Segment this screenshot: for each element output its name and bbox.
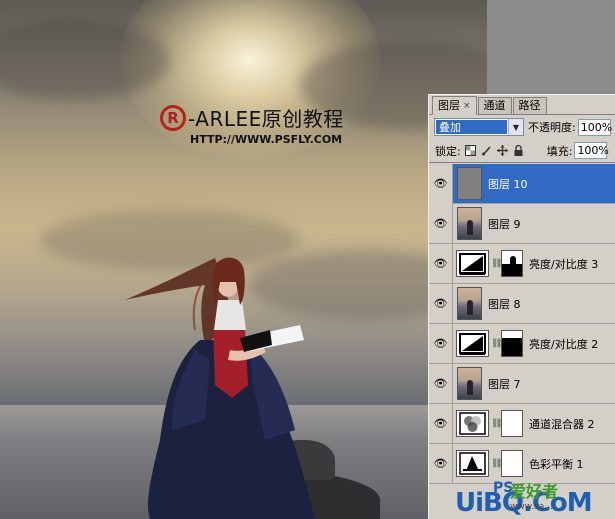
brightness-contrast-icon xyxy=(456,250,489,277)
layers-panel: 图层 × 通道 路径 叠加 ▼ 不透明度: 100% 锁定: 填充: 100% … xyxy=(428,94,615,519)
layers-list: 👁 图层 10 👁 图层 9 👁 ⛓ 亮度/对比度 3 👁 图层 8 👁 ⛓ 亮… xyxy=(429,163,615,484)
tab-channels[interactable]: 通道 xyxy=(477,97,512,114)
layer-thumbnail xyxy=(457,207,482,240)
panel-tabs: 图层 × 通道 路径 xyxy=(429,95,615,115)
layer-name: 图层 9 xyxy=(488,217,521,231)
visibility-eye-icon[interactable]: 👁 xyxy=(429,363,453,404)
lock-move-icon[interactable] xyxy=(497,145,509,157)
fill-input[interactable]: 100% xyxy=(574,142,609,159)
layer-mask-thumbnail[interactable] xyxy=(501,410,523,437)
layer-row[interactable]: 👁 图层 8 xyxy=(429,283,615,324)
registered-icon: R xyxy=(160,104,186,131)
tab-layers[interactable]: 图层 × xyxy=(432,96,477,115)
tab-close-icon[interactable]: × xyxy=(463,98,471,114)
lock-brush-icon[interactable] xyxy=(481,145,493,157)
blend-row: 叠加 ▼ 不透明度: 100% xyxy=(429,115,615,139)
layer-row[interactable]: 👁 ⛓ 通道混合器 2 xyxy=(429,403,615,444)
artwork-canvas: R -ARLEE原创教程 HTTP://WWW.PSFLY.COM xyxy=(0,0,487,519)
layer-mask-thumbnail[interactable] xyxy=(501,450,523,477)
layer-row[interactable]: 👁 图层 10 xyxy=(429,163,615,204)
layer-name: 亮度/对比度 3 xyxy=(529,257,599,271)
visibility-eye-icon[interactable]: 👁 xyxy=(429,203,453,244)
lock-row: 锁定: 填充: 100% xyxy=(429,139,615,163)
lock-transparency-icon[interactable] xyxy=(465,145,477,157)
lock-label: 锁定: xyxy=(435,144,461,158)
watermark: R -ARLEE原创教程 HTTP://WWW.PSFLY.COM xyxy=(160,103,344,146)
layer-row[interactable]: 👁 图层 9 xyxy=(429,203,615,244)
layer-name: 图层 8 xyxy=(488,297,521,311)
visibility-eye-icon[interactable]: 👁 xyxy=(429,443,453,484)
opacity-input[interactable]: 100% xyxy=(577,118,612,136)
visibility-eye-icon[interactable]: 👁 xyxy=(429,283,453,324)
corner-logo-site: www.sa... xyxy=(510,502,553,512)
layer-name: 色彩平衡 1 xyxy=(529,457,584,471)
layer-row[interactable]: 👁 图层 7 xyxy=(429,363,615,404)
opacity-label: 不透明度: xyxy=(528,121,576,134)
channel-mixer-icon xyxy=(456,410,489,437)
corner-logo-cn: 爱好者 xyxy=(510,482,559,501)
link-chain-icon[interactable]: ⛓ xyxy=(491,259,502,269)
woman-figure xyxy=(125,257,315,519)
watermark-url: HTTP://WWW.PSFLY.COM xyxy=(190,133,343,146)
layer-name: 图层 7 xyxy=(488,377,521,391)
tab-paths-label: 路径 xyxy=(518,99,541,112)
layer-thumbnail xyxy=(457,287,482,320)
visibility-eye-icon[interactable]: 👁 xyxy=(429,403,453,444)
layer-name: 亮度/对比度 2 xyxy=(529,337,599,351)
corner-watermark-logo: UiBQ.CoM PS 爱好者 www.sa... xyxy=(455,478,615,519)
layer-row[interactable]: 👁 ⛓ 亮度/对比度 2 xyxy=(429,323,615,364)
layer-name: 通道混合器 2 xyxy=(529,417,595,431)
tab-channels-label: 通道 xyxy=(483,99,506,112)
visibility-eye-icon[interactable]: 👁 xyxy=(429,243,453,284)
visibility-eye-icon[interactable]: 👁 xyxy=(429,163,453,204)
watermark-brand: -ARLEE原创教程 xyxy=(188,107,344,131)
layer-thumbnail xyxy=(457,167,482,200)
tab-paths[interactable]: 路径 xyxy=(512,97,547,114)
link-chain-icon[interactable]: ⛓ xyxy=(491,339,502,349)
fill-label: 填充: xyxy=(546,144,573,158)
link-chain-icon[interactable]: ⛓ xyxy=(491,459,502,469)
layer-row[interactable]: 👁 ⛓ 亮度/对比度 3 xyxy=(429,243,615,284)
link-chain-icon[interactable]: ⛓ xyxy=(491,419,502,429)
layer-mask-thumbnail[interactable] xyxy=(501,250,523,277)
blend-mode-value: 叠加 xyxy=(436,120,507,134)
layer-name: 图层 10 xyxy=(488,177,528,191)
layer-mask-thumbnail[interactable] xyxy=(501,330,523,357)
color-balance-icon xyxy=(456,450,489,477)
tab-layers-label: 图层 xyxy=(438,98,460,112)
brightness-contrast-icon xyxy=(456,330,489,357)
workspace-background xyxy=(487,0,615,100)
visibility-eye-icon[interactable]: 👁 xyxy=(429,323,453,364)
chevron-down-icon[interactable]: ▼ xyxy=(508,119,523,135)
layer-thumbnail xyxy=(457,367,482,400)
lock-all-icon[interactable] xyxy=(513,145,525,157)
blend-mode-select[interactable]: 叠加 ▼ xyxy=(434,118,524,136)
